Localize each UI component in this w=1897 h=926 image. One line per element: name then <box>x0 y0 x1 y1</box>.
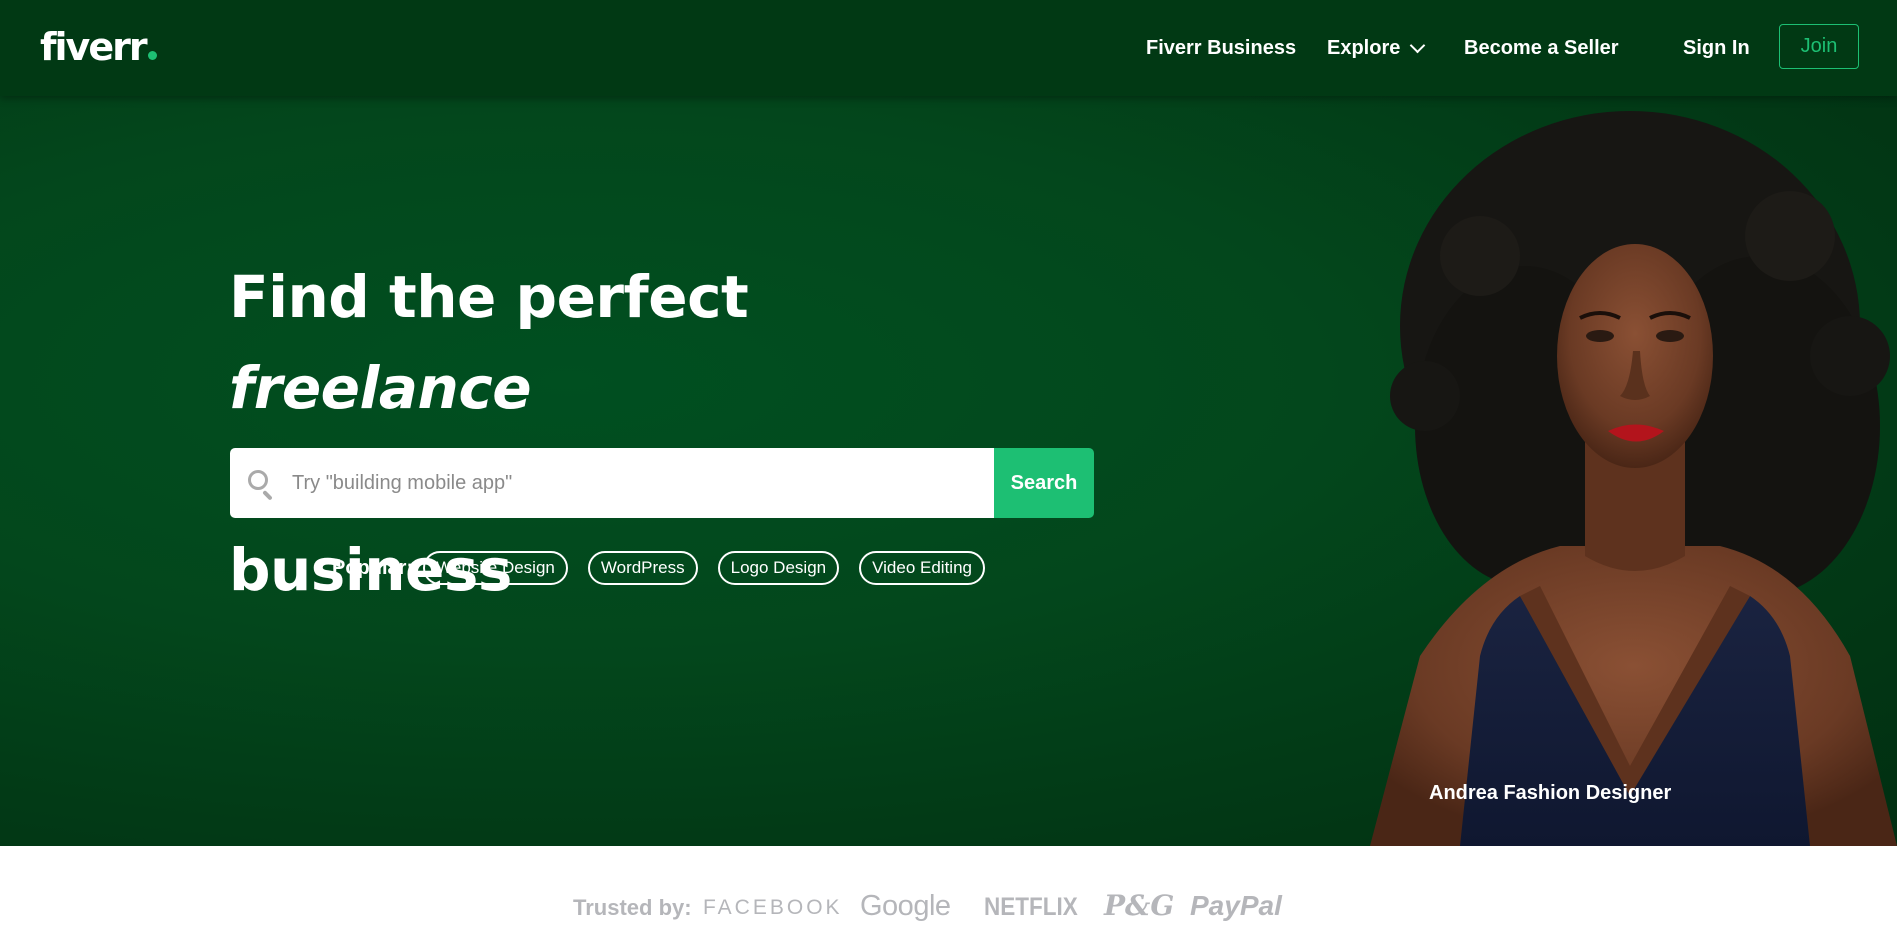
brand-logo-facebook: FACEBOOK <box>703 896 843 919</box>
brand-logo-pg: P&G <box>1104 889 1175 922</box>
logo-text: fiverr <box>40 25 148 69</box>
headline-emphasis: freelance <box>229 354 532 422</box>
popular-tags: Popular: Website Design WordPress Logo D… <box>332 551 1005 585</box>
search-input[interactable] <box>292 448 994 518</box>
hero-section: Find the perfect freelance services for … <box>0 0 1897 846</box>
popular-label: Popular: <box>332 557 414 579</box>
nav-explore[interactable]: Explore <box>1327 36 1426 60</box>
nav-explore-label: Explore <box>1327 37 1401 59</box>
search-icon <box>246 468 276 501</box>
search-bar: Search <box>230 448 1094 518</box>
join-button[interactable]: Join <box>1779 24 1859 69</box>
logo-dot-icon <box>147 51 157 60</box>
top-navigation: fiverr Fiverr Business Explore Become a … <box>0 0 1897 96</box>
popular-tag-website-design[interactable]: Website Design <box>423 551 568 585</box>
page: Find the perfect freelance services for … <box>0 0 1897 926</box>
brand-logo-netflix: NETFLIX <box>984 893 1078 921</box>
popular-tag-logo-design[interactable]: Logo Design <box>717 551 840 585</box>
fiverr-logo[interactable]: fiverr <box>40 24 157 70</box>
chevron-down-icon <box>1410 37 1426 53</box>
nav-sign-in[interactable]: Sign In <box>1683 36 1750 60</box>
brand-logo-google: Google <box>860 890 951 922</box>
nav-fiverr-business[interactable]: Fiverr Business <box>1146 36 1296 60</box>
nav-become-seller[interactable]: Become a Seller <box>1464 36 1619 60</box>
portrait-caption: Andrea Fashion Designer <box>1429 782 1672 804</box>
hero-portrait-image <box>1370 111 1897 846</box>
popular-tag-video-editing[interactable]: Video Editing <box>859 551 985 585</box>
popular-tag-wordpress[interactable]: WordPress <box>587 551 698 585</box>
brand-logo-paypal: PayPal <box>1190 890 1282 921</box>
search-field <box>230 448 994 518</box>
headline-part1: Find the perfect <box>229 263 749 331</box>
trusted-by-label: Trusted by: <box>573 895 692 920</box>
search-button[interactable]: Search <box>994 448 1094 518</box>
